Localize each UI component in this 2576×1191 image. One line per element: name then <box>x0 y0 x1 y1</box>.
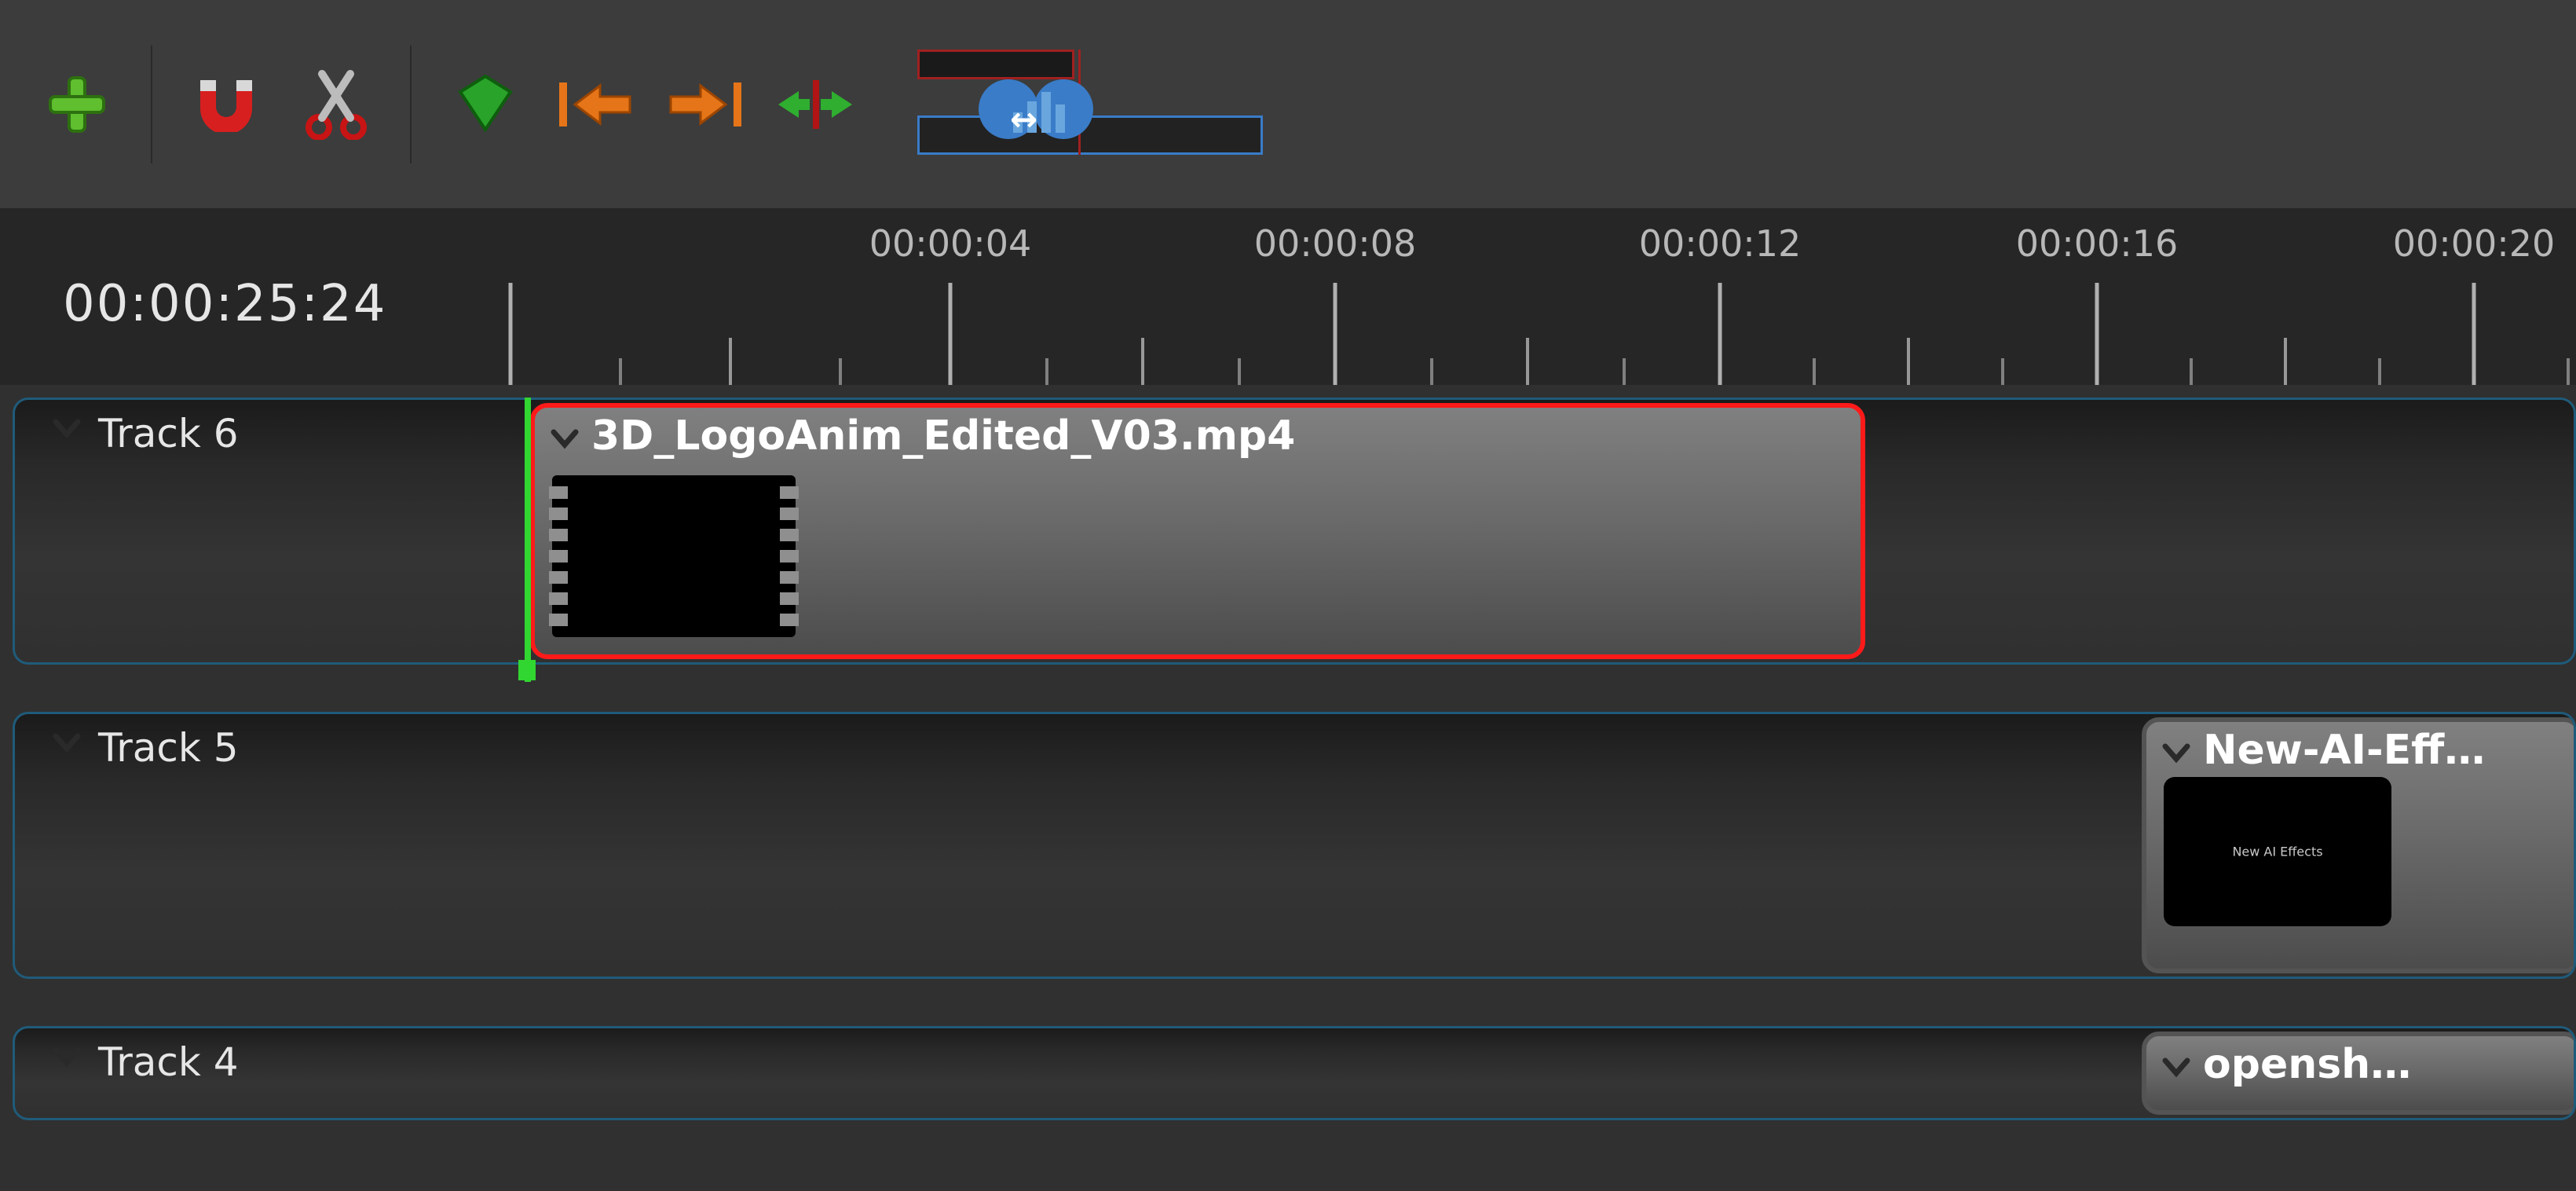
clip-dropdown[interactable] <box>551 429 579 449</box>
track-dropdown[interactable] <box>53 419 81 439</box>
clip[interactable]: 3D_LogoAnim_Edited_V03.mp4 <box>530 403 1865 659</box>
plus-icon <box>46 73 108 136</box>
track-name: Track 5 <box>98 725 239 771</box>
track-header[interactable]: Track 6 <box>15 400 518 662</box>
ruler-label: 00:00:16 <box>2016 222 2179 265</box>
ruler-tick <box>619 358 622 385</box>
chevron-down-icon <box>53 419 81 439</box>
ruler-label: 00:00:12 <box>1639 222 1802 265</box>
track-header[interactable]: Track 5 <box>15 714 518 977</box>
ruler-tick <box>2095 283 2099 385</box>
ruler-tick <box>1718 283 1722 385</box>
ruler-tick <box>1238 358 1241 385</box>
chevron-down-icon <box>2162 743 2190 764</box>
arrow-left-to-bar-icon <box>558 79 633 130</box>
timeline-toolbar: ↔ <box>0 0 2576 208</box>
ruler-tick <box>2472 283 2476 385</box>
arrow-right-to-bar-icon <box>668 79 743 130</box>
snapping-button[interactable] <box>171 49 281 159</box>
clip-thumbnail <box>552 475 796 637</box>
ruler-tick <box>2378 358 2381 385</box>
chevron-down-icon <box>53 733 81 753</box>
zoom-slider-handle[interactable]: ↔ <box>979 81 1120 139</box>
resize-horizontal-icon: ↔ <box>1010 100 1037 138</box>
magnet-icon <box>191 77 262 132</box>
ruler-tick <box>1045 358 1048 385</box>
track[interactable]: Track 5 New-AI-Eff… New AI Effects <box>13 712 2576 979</box>
ruler-tick <box>509 283 513 385</box>
chevron-down-icon <box>53 1047 81 1068</box>
ruler-tick <box>2284 338 2287 385</box>
ruler-tick <box>1526 338 1529 385</box>
clip[interactable]: opensh… <box>2142 1032 2576 1115</box>
clip-dropdown[interactable] <box>2162 1057 2190 1078</box>
marker-icon <box>457 73 514 136</box>
playhead[interactable] <box>525 398 531 682</box>
clip-thumbnail: New AI Effects <box>2164 777 2391 926</box>
ruler-tick <box>2190 358 2193 385</box>
ruler-label: 00:00:08 <box>1254 222 1417 265</box>
ruler-tick <box>1334 283 1337 385</box>
toolbar-separator <box>410 46 412 163</box>
clip-title: New-AI-Eff… <box>2203 727 2485 774</box>
ruler-tick <box>949 283 953 385</box>
clip-thumbnail-text: New AI Effects <box>2232 845 2322 859</box>
previous-marker-button[interactable] <box>540 49 650 159</box>
clip[interactable]: New-AI-Eff… New AI Effects <box>2142 717 2576 973</box>
center-playhead-button[interactable] <box>760 49 870 159</box>
ruler-tick <box>839 358 842 385</box>
track[interactable]: Track 4 opensh… <box>13 1026 2576 1120</box>
playhead-handle[interactable] <box>518 660 536 680</box>
toolbar-separator <box>151 46 152 163</box>
track-name: Track 6 <box>98 411 239 456</box>
ruler-label: 00:00:20 <box>2393 222 2556 265</box>
clip-dropdown[interactable] <box>2162 743 2190 764</box>
scissors-icon <box>305 69 368 140</box>
ruler-tick <box>1623 358 1626 385</box>
chevron-down-icon <box>2162 1057 2190 1078</box>
ruler-tick <box>2567 358 2570 385</box>
timeline-zoom-overview[interactable]: ↔ <box>917 49 1263 159</box>
timeline-ruler[interactable]: 00:00:25:24 00:00:04 00:00:08 00:00:12 00:0… <box>0 208 2576 385</box>
add-track-button[interactable] <box>22 49 132 159</box>
track-name: Track 4 <box>98 1039 239 1085</box>
ruler-tick <box>2001 358 2004 385</box>
ruler-tick <box>1430 358 1433 385</box>
ruler-tick <box>1907 338 1910 385</box>
clip-title: 3D_LogoAnim_Edited_V03.mp4 <box>591 412 1295 460</box>
timeline-tracks: Track 6 3D_LogoAnim_Edited_V03.mp4 Track 5… <box>13 398 2576 1120</box>
razor-button[interactable] <box>281 49 391 159</box>
track-header[interactable]: Track 4 <box>15 1028 518 1118</box>
track-dropdown[interactable] <box>53 1047 81 1068</box>
next-marker-button[interactable] <box>650 49 760 159</box>
overview-region-top <box>917 49 1074 79</box>
current-timecode: 00:00:25:24 <box>63 275 386 333</box>
track-dropdown[interactable] <box>53 733 81 753</box>
ruler-tick <box>729 338 732 385</box>
clip-title: opensh… <box>2203 1041 2411 1088</box>
add-marker-button[interactable] <box>430 49 540 159</box>
track[interactable]: Track 6 3D_LogoAnim_Edited_V03.mp4 <box>13 398 2576 665</box>
center-arrows-icon <box>772 77 858 132</box>
chevron-down-icon <box>551 429 579 449</box>
ruler-tick <box>1141 338 1144 385</box>
ruler-tick <box>1813 358 1816 385</box>
ruler-label: 00:00:04 <box>869 222 1032 265</box>
